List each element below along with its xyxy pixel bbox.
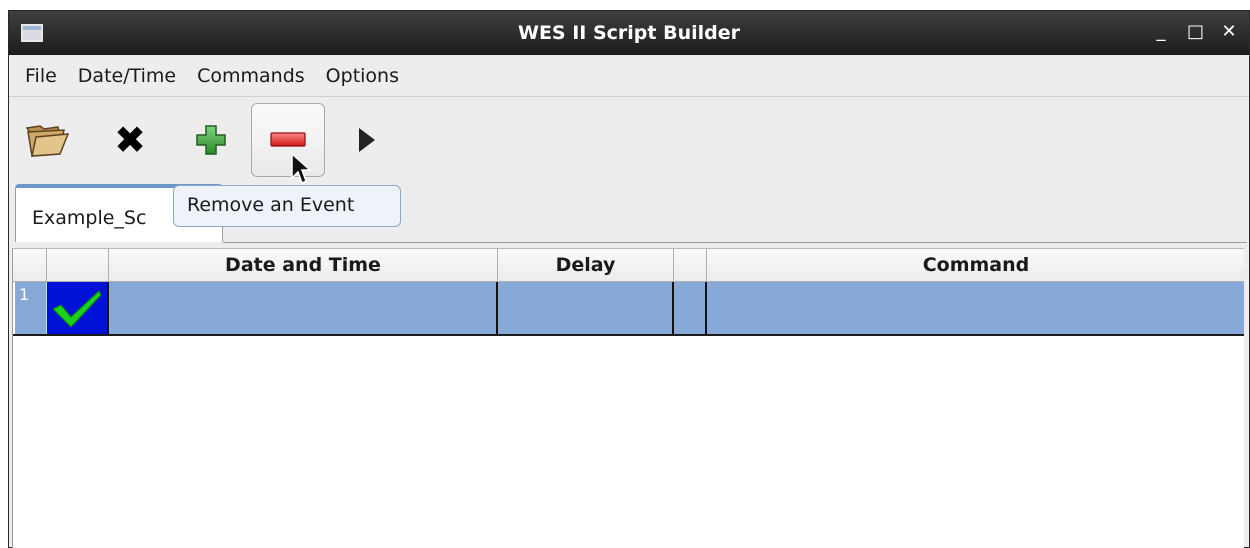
menu-bar: File Date/Time Commands Options: [9, 55, 1249, 97]
minus-icon: [270, 132, 306, 147]
open-button[interactable]: [11, 104, 83, 176]
title-bar[interactable]: WES II Script Builder _ □ ✕: [9, 11, 1249, 55]
close-script-button[interactable]: ✖: [94, 104, 166, 176]
close-window-button[interactable]: ✕: [1221, 21, 1237, 43]
window-title: WES II Script Builder: [517, 22, 740, 44]
table-header: Date and Time Delay Command: [13, 249, 1244, 282]
tooltip: Remove an Event: [173, 185, 401, 227]
window-controls: _ □ ✕: [1153, 21, 1237, 43]
event-table[interactable]: Date and Time Delay Command 1: [12, 248, 1244, 548]
menu-date-time[interactable]: Date/Time: [70, 56, 189, 96]
add-event-button[interactable]: [175, 104, 247, 176]
row-status[interactable]: [47, 282, 109, 334]
header-command[interactable]: Command: [707, 249, 1245, 282]
menu-file[interactable]: File: [17, 56, 70, 96]
row-flag[interactable]: [674, 282, 707, 334]
header-delay[interactable]: Delay: [498, 249, 674, 282]
play-icon: [359, 128, 375, 152]
header-index[interactable]: [13, 249, 47, 282]
x-icon: ✖: [114, 118, 146, 162]
toolbar: ✖: [9, 98, 1249, 184]
menu-options[interactable]: Options: [318, 56, 412, 96]
table-row[interactable]: 1: [13, 282, 1244, 336]
row-date-and-time[interactable]: [109, 282, 498, 334]
tab-divider: [223, 242, 1247, 243]
row-delay[interactable]: [498, 282, 674, 334]
header-flag[interactable]: [674, 249, 707, 282]
run-button[interactable]: [331, 104, 403, 176]
header-date-and-time[interactable]: Date and Time: [109, 249, 498, 282]
minimize-button[interactable]: _: [1153, 21, 1169, 43]
check-icon: [52, 290, 102, 328]
header-status[interactable]: [47, 249, 109, 282]
maximize-button[interactable]: □: [1187, 21, 1204, 43]
folder-icon: [25, 125, 70, 157]
menu-commands[interactable]: Commands: [189, 56, 318, 96]
row-command[interactable]: [707, 282, 1245, 334]
plus-icon: [196, 125, 226, 155]
mouse-cursor-icon: [291, 152, 312, 185]
row-index[interactable]: 1: [13, 282, 47, 334]
tab-label: Example_Sc: [32, 207, 147, 229]
